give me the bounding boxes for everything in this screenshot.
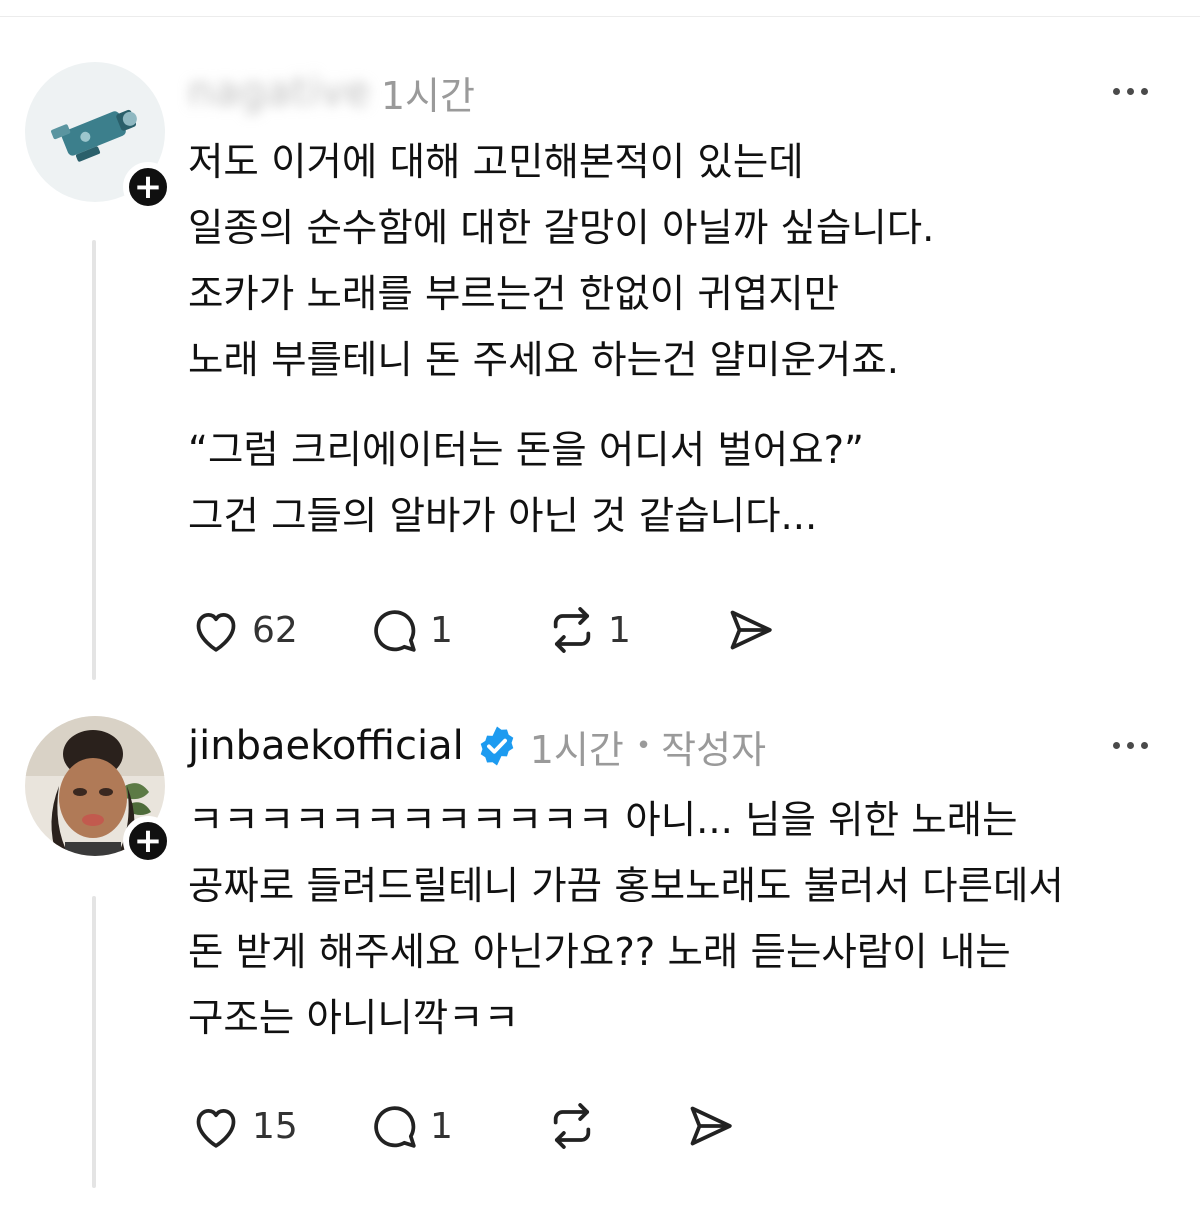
post-text-line: 저도 이거에 대해 고민해본적이 있는데: [188, 140, 804, 185]
plus-icon: +: [133, 821, 163, 861]
action-bar: 15 1: [188, 1098, 860, 1154]
thread-line: [92, 896, 96, 1188]
more-button[interactable]: [1113, 88, 1148, 95]
author-badge: 작성자: [661, 727, 767, 772]
like-button[interactable]: 62: [188, 602, 366, 658]
reply-count: 1: [430, 609, 453, 651]
thread-line: [92, 240, 96, 680]
heart-icon: [196, 1108, 236, 1148]
post-text-line: 일종의 순수함에 대한 갈망이 아닐까 싶습니다.: [188, 206, 935, 251]
share-button[interactable]: [722, 602, 900, 658]
post-time: 1시간: [380, 73, 475, 118]
avatar[interactable]: +: [25, 716, 173, 866]
top-divider: [0, 16, 1200, 17]
post-time: 1시간: [529, 727, 624, 772]
repost-button[interactable]: 1: [544, 602, 722, 658]
like-count: 62: [252, 609, 298, 651]
reply-count: 1: [430, 1105, 453, 1147]
repost-arrows-icon: [553, 607, 591, 653]
post-text-line: 구조는 아니니깍ㅋㅋ: [188, 996, 520, 1041]
like-button[interactable]: 15: [188, 1098, 366, 1154]
post-text-line: 공짜로 들려드릴테니 가끔 홍보노래도 불러서 다른데서: [188, 864, 1064, 909]
plus-icon: +: [133, 167, 163, 207]
heart-icon: [196, 612, 236, 652]
paper-plane-icon: [690, 1106, 732, 1146]
repost-arrows-icon: [553, 1103, 591, 1149]
follow-button[interactable]: +: [123, 816, 173, 866]
more-button[interactable]: [1113, 742, 1148, 749]
action-bar: 62 1 1: [188, 602, 900, 658]
separator-dot: •: [635, 731, 652, 761]
post-text-line: 그건 그들의 알바가 아닌 것 같습니다...: [188, 494, 818, 539]
post-text-line: ㅋㅋㅋㅋㅋㅋㅋㅋㅋㅋㅋㅋ 아니... 님을 위한 노래는: [188, 798, 1018, 843]
like-count: 15: [252, 1105, 298, 1147]
speech-bubble-icon: [374, 610, 416, 652]
verified-badge-icon: [480, 726, 513, 766]
repost-count: 1: [608, 609, 631, 651]
avatar[interactable]: +: [25, 62, 173, 212]
username[interactable]: jinbaekofficial: [188, 723, 464, 769]
share-button[interactable]: [682, 1098, 860, 1154]
speech-bubble-icon: [374, 1106, 416, 1148]
post-text-line: “그럼 크리에이터는 돈을 어디서 벌어요?”: [188, 428, 864, 473]
post-text-line: 노래 부를테니 돈 주세요 하는건 얄미운거죠.: [188, 338, 899, 383]
reply-button[interactable]: 1: [366, 602, 544, 658]
post-body: ㅋㅋㅋㅋㅋㅋㅋㅋㅋㅋㅋㅋ 아니... 님을 위한 노래는 공짜로 들려드릴테니 …: [188, 788, 1178, 1052]
follow-button[interactable]: +: [123, 162, 173, 212]
post-text-line: 돈 받게 해주세요 아닌가요?? 노래 듣는사람이 내는: [188, 930, 1011, 975]
paper-plane-icon: [730, 610, 772, 650]
post-body: 저도 이거에 대해 고민해본적이 있는데 일종의 순수함에 대한 갈망이 아닐까…: [188, 130, 1178, 550]
reply-button[interactable]: 1: [366, 1098, 544, 1154]
post-text-line: 조카가 노래를 부르는건 한없이 귀엽지만: [188, 272, 840, 317]
username[interactable]: nagative: [188, 69, 371, 115]
